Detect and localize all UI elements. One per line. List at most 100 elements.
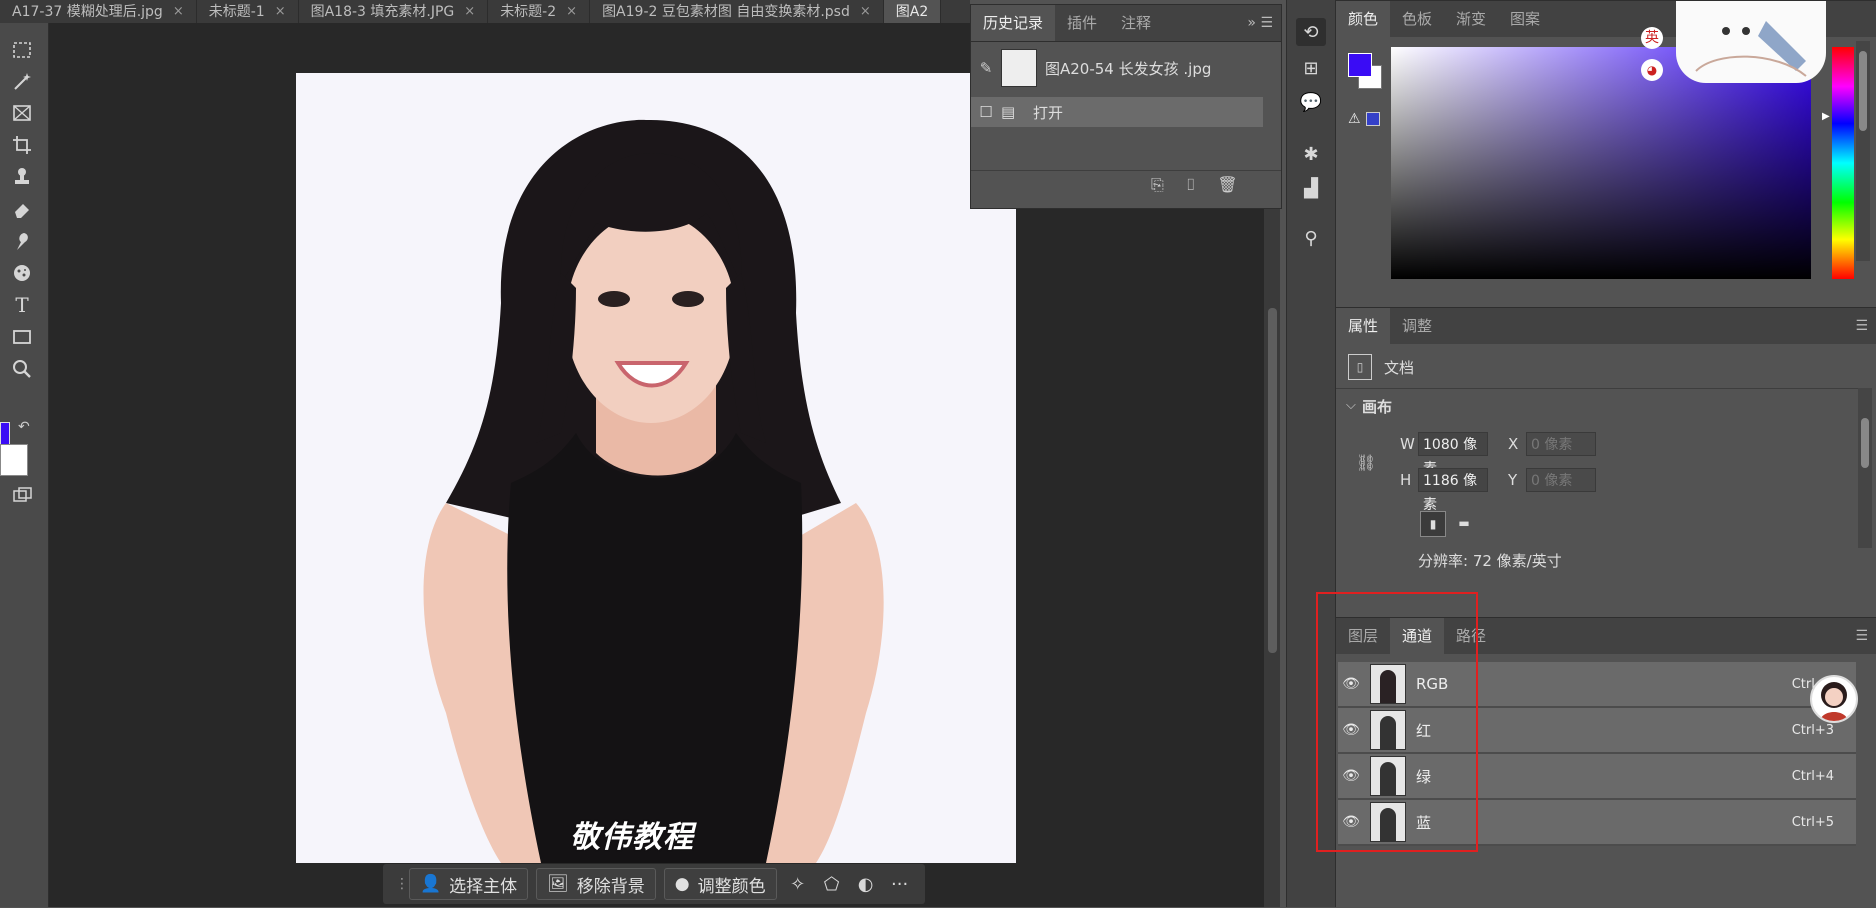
magic-sparkle-icon[interactable]: ✧ [785,874,811,895]
panel-menu-icon[interactable]: ☰ [1855,628,1868,644]
hue-slider-marker[interactable]: ▶ [1822,111,1830,122]
histogram-icon[interactable]: ▟ [1296,174,1326,202]
tab-plugins[interactable]: 插件 [1055,5,1109,41]
type-tool-icon[interactable]: T [8,292,36,318]
remove-background-button[interactable]: 🖼 移除背景 [536,868,656,900]
new-document-icon[interactable]: ⎘ [1151,175,1164,195]
properties-panel-tabs: 属性 调整 [1336,308,1876,344]
y-label: Y [1508,471,1518,489]
sponge-tool-icon[interactable] [8,260,36,286]
navigator-icon[interactable]: ✱ [1296,140,1326,168]
trash-icon[interactable]: 🗑 [1217,175,1237,195]
person-icon: 👤 [420,874,442,894]
comment-icon[interactable]: 💬 [1296,88,1326,116]
document-icon: ▯ [1348,354,1372,380]
doc-tab-0[interactable]: A17-37 模糊处理后.jpg × [0,0,197,23]
scrollbar-thumb[interactable] [1268,308,1277,653]
close-icon[interactable]: × [173,1,184,23]
history-step[interactable]: ☐ ▤ 打开 [971,97,1263,127]
doc-tab-label: A17-37 模糊处理后.jpg [12,3,163,20]
tab-swatches[interactable]: 色板 [1390,1,1444,37]
color-panel-foreground[interactable] [1348,53,1372,77]
drag-handle-icon[interactable]: ⋮ [395,876,409,892]
canvas-width-field[interactable]: 1080 像素 [1418,432,1488,477]
plugins-icon[interactable]: ⊞ [1296,54,1326,82]
assistant-avatar[interactable] [1810,675,1858,723]
tab-properties[interactable]: 属性 [1336,308,1391,344]
doc-tab-1[interactable]: 未标题-1 × [196,0,299,23]
close-icon[interactable]: × [275,1,286,23]
close-icon[interactable]: × [860,1,871,23]
hue-slider[interactable] [1832,47,1854,279]
doc-tab-4[interactable]: 图A19-2 豆包素材图 自由变换素材.psd × [590,0,884,23]
tab-adjustments[interactable]: 调整 [1390,308,1444,344]
crop-tool-icon[interactable] [8,132,36,158]
smudge-tool-icon[interactable] [8,228,36,254]
watermark-text: 敬伟教程 [570,820,694,855]
history-panel-icon[interactable]: ⟲ [1296,18,1326,46]
properties-scrollbar[interactable] [1858,388,1872,548]
mascot-sticker [1676,1,1826,83]
landscape-orientation-icon[interactable]: ▬ [1452,511,1476,535]
doc-tab-active[interactable]: 图A2 [883,0,942,23]
document-step-icon: ▤ [1001,103,1016,121]
close-icon[interactable]: × [464,1,475,23]
doc-tab-2[interactable]: 图A18-3 填充素材.JPG × [298,0,489,23]
tab-patterns[interactable]: 图案 [1498,1,1552,37]
portrait-orientation-icon[interactable]: ▮ [1420,511,1446,537]
zoom-tool-icon[interactable] [8,356,36,382]
canvas-y-field[interactable]: 0 像素 [1526,468,1596,492]
more-options-icon[interactable]: ··· [887,874,913,895]
brush-source-icon[interactable]: ✎ [971,59,1001,77]
contrast-icon[interactable]: ◐ [853,874,879,895]
canvas-height-field[interactable]: 1186 像素 [1418,468,1488,513]
eraser-tool-icon[interactable] [8,196,36,222]
adjust-icon: ● [674,874,690,894]
web-safe-swatch[interactable] [1366,112,1380,126]
frame-tool-icon[interactable] [8,100,36,126]
document-tab-bar: A17-37 模糊处理后.jpg × 未标题-1 × 图A18-3 填充素材.JPG… [0,0,970,24]
chevron-down-icon[interactable]: ⌵ [1346,398,1356,413]
snapshot-camera-icon[interactable]: ⌷ [1186,175,1196,195]
screen-mode-icon[interactable] [8,483,36,509]
clone-source-icon[interactable]: ⚲ [1296,224,1326,252]
close-icon[interactable]: × [566,1,577,23]
doc-tab-label: 图A18-3 填充素材.JPG [310,3,455,20]
step-checkbox[interactable]: ☐ [971,103,1001,121]
resolution-text: 分辨率: 72 像素/英寸 [1418,552,1562,570]
link-icon[interactable]: ⛓ [1356,453,1376,472]
tab-gradients[interactable]: 渐变 [1444,1,1498,37]
stamp-tool-icon[interactable] [8,164,36,190]
adjust-color-button[interactable]: ● 调整颜色 [663,868,777,900]
doc-tab-label: 未标题-2 [500,3,557,20]
cat-mascot-icon [1695,21,1807,77]
canvas-x-field[interactable]: 0 像素 [1526,432,1596,456]
marquee-tool-icon[interactable] [8,37,36,63]
document-canvas-image[interactable] [296,73,1016,863]
properties-section-label: 文档 [1384,359,1415,377]
history-snapshot[interactable]: ✎ 图A20-54 长发女孩 .jpg [971,45,1263,91]
panel-menu-icon[interactable]: ☰ [1855,318,1868,334]
swap-colors-icon[interactable]: ↶ [18,419,30,435]
gamut-warning-icon[interactable]: ⚠ [1348,111,1361,127]
height-label: H [1400,471,1412,489]
snapshot-label: 图A20-54 长发女孩 .jpg [1045,59,1212,78]
ime-badge[interactable]: 英 [1641,27,1663,49]
history-panel: 历史记录 插件 注释 » ☰ ✎ 图A20-54 长发女孩 .jpg ☐ ▤ 打… [970,4,1282,209]
rectangle-tool-icon[interactable] [8,324,36,350]
tab-color[interactable]: 颜色 [1336,1,1391,37]
tab-notes[interactable]: 注释 [1109,5,1163,41]
doc-tab-label: 图A2 [895,3,929,20]
background-color-swatch[interactable] [0,444,28,476]
ime-mascot-icon[interactable]: ◕ [1641,59,1663,81]
panel-menu-icon[interactable]: » ☰ [1247,5,1281,41]
select-subject-button[interactable]: 👤 选择主体 [409,868,529,900]
history-panel-tabs: 历史记录 插件 注释 » ☰ [971,5,1281,42]
magic-wand-tool-icon[interactable] [8,68,36,94]
color-panel-scrollbar[interactable] [1856,41,1870,261]
doc-tab-3[interactable]: 未标题-2 × [488,0,591,23]
step-label: 打开 [1033,103,1064,122]
transform-icon[interactable]: ⬠ [819,874,845,895]
highlight-annotation-box [1316,592,1478,852]
tab-history[interactable]: 历史记录 [971,5,1056,41]
